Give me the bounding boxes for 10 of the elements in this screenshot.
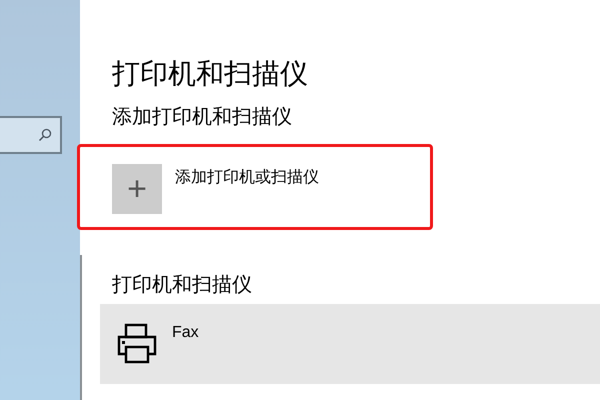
- device-row[interactable]: Fax: [100, 304, 600, 384]
- search-icon: [38, 128, 52, 142]
- printer-icon: [116, 322, 158, 364]
- section-heading: 添加打印机和扫描仪: [112, 105, 293, 130]
- section-heading: 打印机和扫描仪: [112, 273, 253, 298]
- add-device-button[interactable]: + 添加打印机或扫描仪: [112, 164, 319, 214]
- page-title: 打印机和扫描仪: [112, 57, 309, 91]
- search-field[interactable]: [0, 116, 62, 154]
- plus-icon: +: [112, 164, 162, 214]
- device-name: Fax: [172, 323, 199, 343]
